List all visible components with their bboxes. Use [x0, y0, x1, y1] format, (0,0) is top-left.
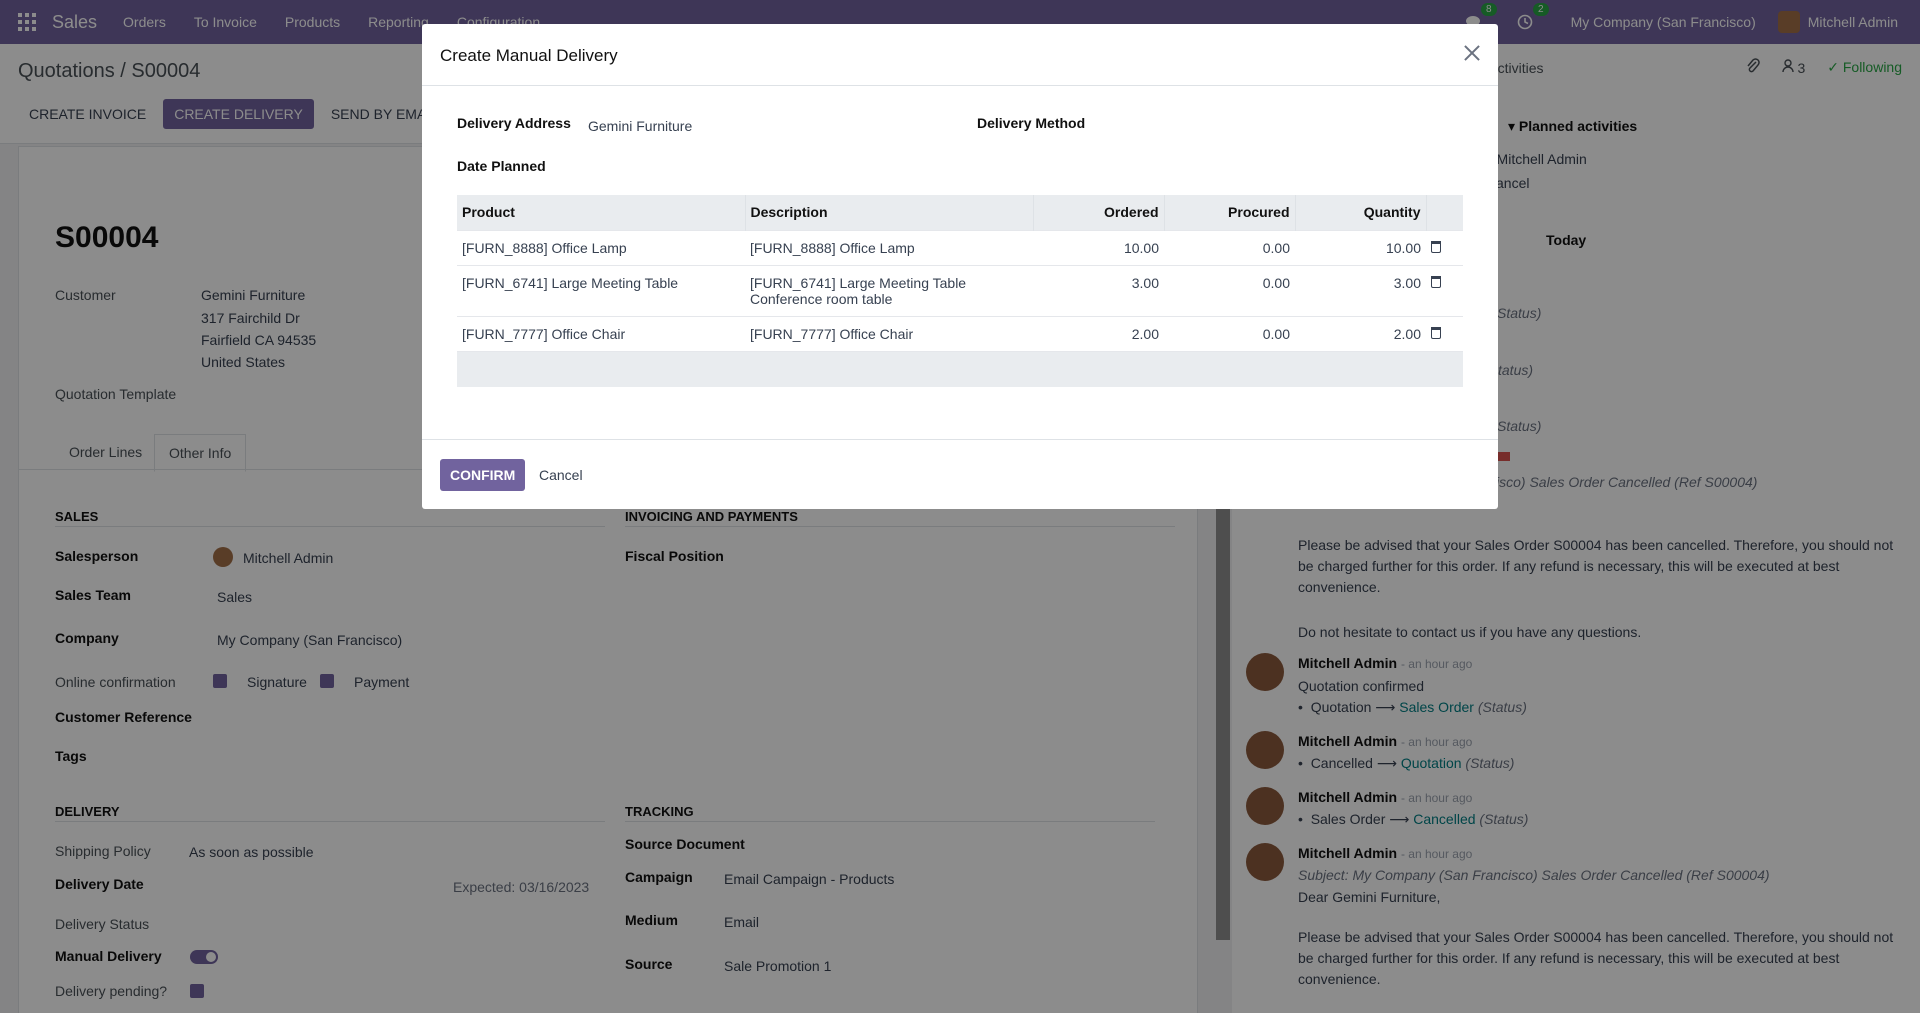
date-planned-label: Date Planned — [457, 158, 546, 174]
description-line-1: [FURN_8888] Office Lamp — [750, 239, 915, 256]
empty-row — [457, 350, 1463, 387]
trash-icon[interactable] — [1431, 240, 1441, 253]
delivery-address-field[interactable]: Gemini Furniture — [588, 118, 692, 134]
table-row[interactable]: [FURN_7777] Office Chair [FURN_7777] Off… — [457, 315, 1463, 351]
description-line-2: Conference room table — [750, 290, 893, 307]
description-cell[interactable]: [FURN_6741] Large Meeting Table Conferenc… — [745, 264, 1033, 316]
close-icon[interactable] — [1462, 43, 1482, 63]
cancel-button[interactable]: Cancel — [539, 467, 583, 483]
product-cell[interactable]: [FURN_6741] Large Meeting Table — [457, 264, 745, 316]
col-ordered[interactable]: Ordered — [1033, 195, 1165, 230]
description-line-1: [FURN_7777] Office Chair — [750, 325, 914, 342]
ordered-cell: 3.00 — [1033, 264, 1164, 316]
dialog-footer: CONFIRM Cancel — [422, 439, 1498, 509]
delivery-lines-table: Product Description Ordered Procured Qua… — [457, 195, 1463, 387]
dialog-title: Create Manual Delivery — [440, 46, 618, 65]
product-cell[interactable]: [FURN_7777] Office Chair — [457, 315, 745, 351]
description-cell[interactable]: [FURN_8888] Office Lamp — [745, 229, 1033, 265]
dialog-header: Create Manual Delivery — [422, 24, 1498, 86]
col-procured[interactable]: Procured — [1164, 195, 1296, 230]
delivery-method-label: Delivery Method — [977, 115, 1086, 131]
trash-icon[interactable] — [1431, 275, 1441, 288]
procured-cell: 0.00 — [1164, 264, 1295, 316]
confirm-button[interactable]: CONFIRM — [440, 459, 526, 491]
quantity-cell[interactable]: 3.00 — [1295, 264, 1426, 316]
procured-cell: 0.00 — [1164, 229, 1295, 265]
trash-icon[interactable] — [1431, 326, 1441, 339]
col-description[interactable]: Description — [745, 195, 1034, 230]
ordered-cell: 2.00 — [1033, 315, 1164, 351]
ordered-cell: 10.00 — [1033, 229, 1164, 265]
quantity-cell[interactable]: 10.00 — [1295, 229, 1426, 265]
create-manual-delivery-dialog: Create Manual Delivery Delivery Address … — [422, 24, 1498, 509]
col-product[interactable]: Product — [457, 195, 746, 230]
quantity-cell[interactable]: 2.00 — [1295, 315, 1426, 351]
description-cell[interactable]: [FURN_7777] Office Chair — [745, 315, 1033, 351]
delivery-address-label: Delivery Address — [457, 115, 571, 131]
col-quantity[interactable]: Quantity — [1295, 195, 1427, 230]
procured-cell: 0.00 — [1164, 315, 1295, 351]
product-cell[interactable]: [FURN_8888] Office Lamp — [457, 229, 745, 265]
description-line-1: [FURN_6741] Large Meeting Table — [750, 274, 967, 291]
table-row[interactable]: [FURN_6741] Large Meeting Table [FURN_67… — [457, 264, 1463, 316]
table-row[interactable]: [FURN_8888] Office Lamp [FURN_8888] Offi… — [457, 229, 1463, 265]
